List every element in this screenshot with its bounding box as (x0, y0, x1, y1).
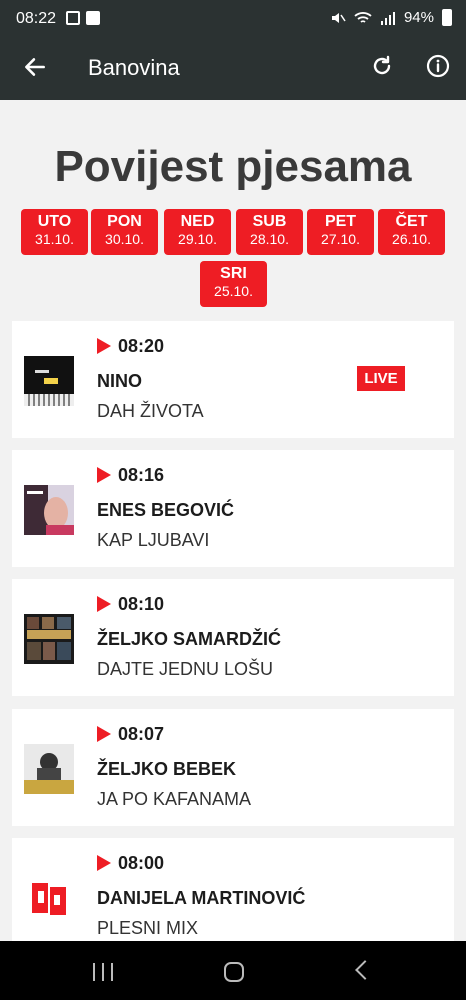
play-icon[interactable] (97, 726, 111, 742)
song-time: 08:00 (118, 853, 165, 873)
day-date: 29.10. (178, 231, 217, 247)
battery-percent: 94% (403, 9, 434, 26)
song-item[interactable]: 08:16 ENES BEGOVIĆ KAP LJUBAVI (12, 450, 454, 567)
day-tab-sub[interactable]: SUB 28.10. (236, 209, 303, 255)
day-tab-cet[interactable]: ČET 26.10. (378, 209, 445, 255)
song-item[interactable]: 08:20 NINO DAH ŽIVOTA LIVE (12, 321, 454, 438)
status-time: 08:22 (16, 10, 57, 27)
signal-icon (380, 11, 395, 25)
day-name: PET (324, 213, 357, 230)
song-artist: ENES BEGOVIĆ (97, 500, 235, 520)
back-arrow-icon[interactable] (22, 54, 48, 80)
day-date: 30.10. (105, 231, 144, 247)
day-name: PON (107, 213, 142, 230)
day-date: 28.10. (250, 231, 289, 247)
play-icon[interactable] (97, 467, 111, 483)
song-artist: ŽELJKO SAMARDŽIĆ (97, 629, 281, 649)
song-artist: ŽELJKO BEBEK (97, 759, 237, 779)
battery-icon (442, 9, 452, 26)
song-time: 08:20 (118, 336, 165, 356)
day-date: 25.10. (214, 283, 253, 299)
song-title: DAH ŽIVOTA (97, 401, 204, 421)
day-tab-pon[interactable]: PON 30.10. (91, 209, 158, 255)
status-bar: 08:22 94% (0, 0, 466, 38)
refresh-icon[interactable] (370, 54, 394, 78)
song-item[interactable]: 08:07 ŽELJKO BEBEK JA PO KAFANAMA (12, 709, 454, 826)
day-name: SRI (220, 265, 247, 282)
play-icon[interactable] (97, 855, 111, 871)
day-tab-pet[interactable]: PET 27.10. (307, 209, 374, 255)
song-time: 08:16 (118, 465, 165, 485)
song-title: DAJTE JEDNU LOŠU (97, 659, 274, 679)
app-bar: Banovina (0, 38, 466, 100)
song-title: KAP LJUBAVI (97, 530, 210, 550)
day-date: 31.10. (35, 231, 74, 247)
day-name: ČET (395, 213, 428, 230)
song-item[interactable]: 08:10 ŽELJKO SAMARDŽIĆ DAJTE JEDNU LOŠU (12, 579, 454, 696)
app-title: Banovina (88, 55, 180, 80)
day-name: SUB (252, 213, 287, 230)
home-icon[interactable] (224, 962, 244, 982)
song-title: JA PO KAFANAMA (97, 789, 252, 809)
day-tab-uto[interactable]: UTO 31.10. (21, 209, 88, 255)
system-nav-bar (0, 941, 466, 1000)
info-icon[interactable] (426, 54, 450, 78)
play-icon[interactable] (97, 338, 111, 354)
wifi-icon (354, 11, 372, 23)
day-date: 26.10. (392, 231, 431, 247)
day-name: UTO (37, 213, 72, 230)
check-notification-icon (86, 11, 100, 25)
day-tab-ned[interactable]: NED 29.10. (164, 209, 231, 255)
album-cover-image (24, 356, 74, 406)
song-time: 08:10 (118, 594, 165, 614)
album-cover-image (24, 614, 74, 664)
day-date: 27.10. (321, 231, 360, 247)
song-artist: NINO (97, 371, 142, 391)
page-heading: Povijest pjesama (54, 142, 412, 191)
live-badge: LIVE (357, 366, 405, 391)
nav-back-icon[interactable] (355, 960, 375, 980)
recent-apps-icon[interactable] (93, 963, 113, 981)
song-item[interactable]: 08:00 DANIJELA MARTINOVIĆ PLESNI MIX (12, 838, 454, 955)
song-title: PLESNI MIX (97, 918, 199, 938)
album-cover-image (24, 485, 74, 535)
mute-icon (331, 12, 346, 23)
play-icon[interactable] (97, 596, 111, 612)
station-logo (24, 873, 74, 923)
day-tab-sri[interactable]: SRI 25.10. (200, 261, 267, 307)
day-name: NED (180, 213, 215, 230)
album-cover-image (24, 744, 74, 794)
song-time: 08:07 (118, 724, 165, 744)
gallery-notification-icon (66, 11, 80, 25)
song-artist: DANIJELA MARTINOVIĆ (97, 888, 306, 908)
